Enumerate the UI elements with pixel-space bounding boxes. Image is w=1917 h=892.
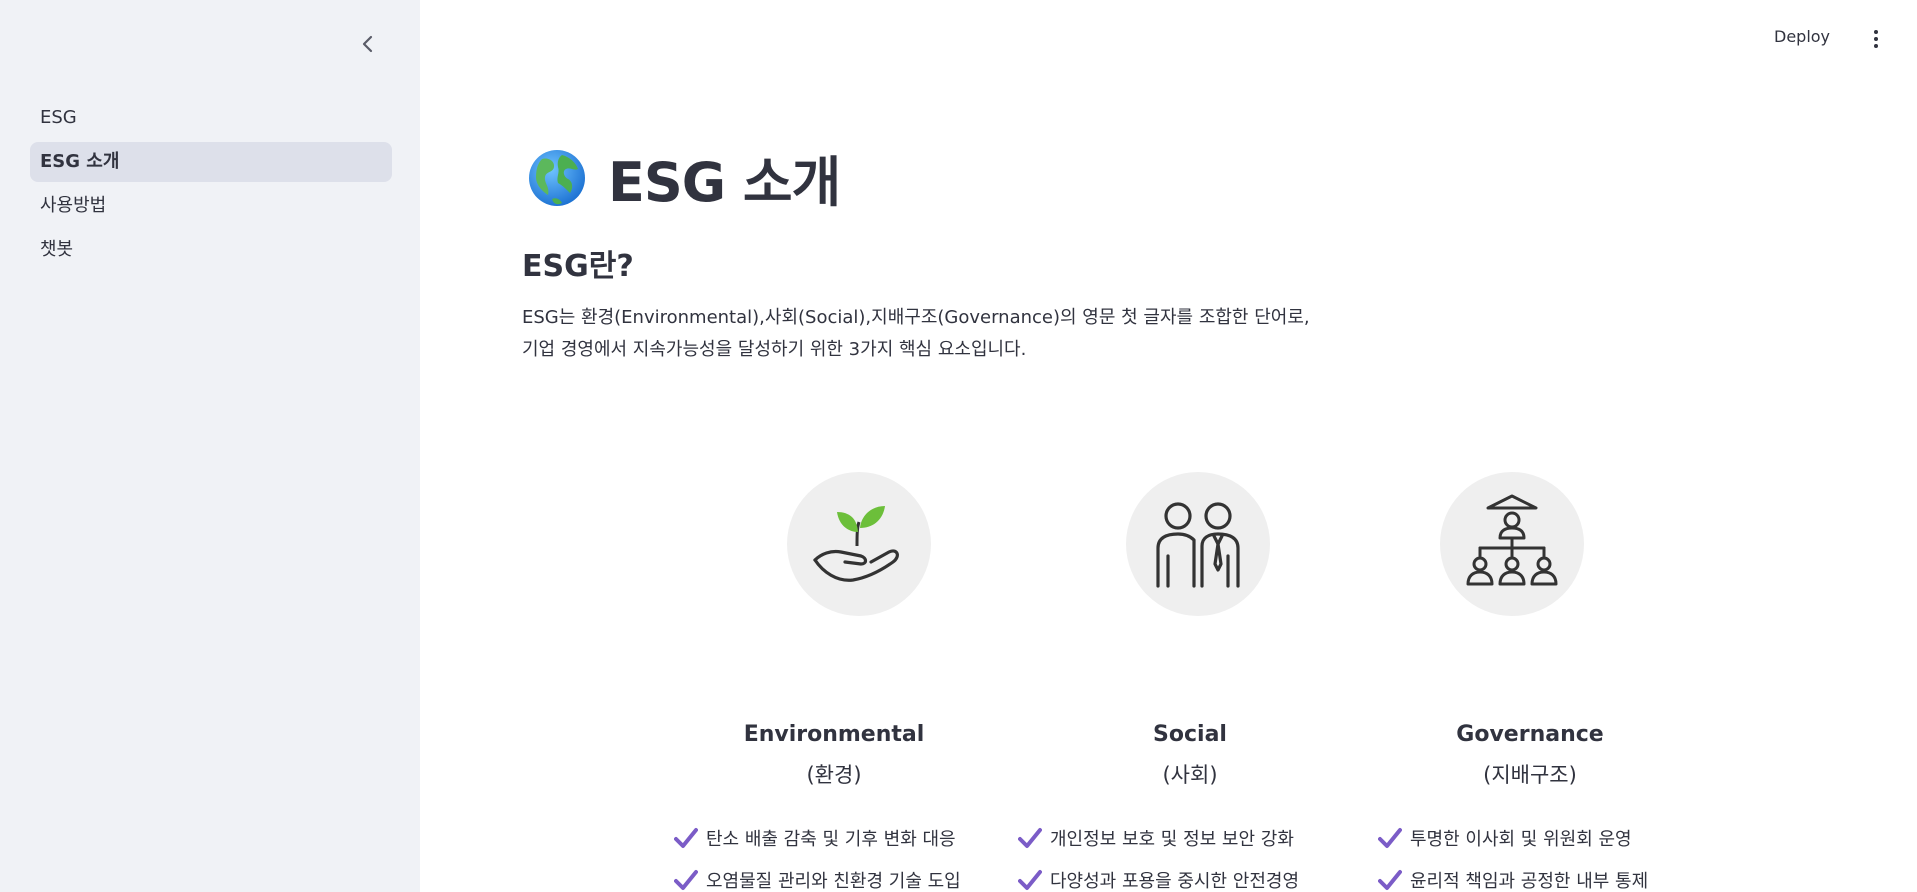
checkmark-icon [1018, 870, 1042, 890]
plant-hand-icon [813, 506, 899, 582]
list-item: 윤리적 책임과 공정한 내부 통제 [1378, 859, 1648, 892]
pillar-social: Social (사회) [1090, 722, 1290, 789]
checkmark-icon [1378, 828, 1402, 848]
pillar-governance: Governance (지배구조) [1430, 722, 1630, 789]
sidebar: ESG ESG 소개 사용방법 챗봇 [0, 0, 420, 892]
bullet-text: 오염물질 관리와 친환경 기술 도입 [706, 871, 961, 892]
section-heading: ESG란? [522, 249, 634, 284]
sidebar-item-esg-intro[interactable]: ESG 소개 [30, 142, 392, 182]
pillar-title: Environmental [743, 722, 925, 747]
page-title: ESG 소개 [608, 151, 841, 214]
deploy-button[interactable]: Deploy [1774, 27, 1830, 46]
environmental-icon-circle [787, 472, 931, 616]
pillar-title: Governance [1456, 722, 1604, 747]
more-dot [1874, 37, 1878, 41]
governance-icon-circle [1440, 472, 1584, 616]
people-icon [1156, 502, 1240, 588]
list-item: 탄소 배출 감축 및 기후 변화 대응 [674, 817, 961, 859]
checkmark-icon [674, 870, 698, 890]
globe-icon [529, 149, 585, 206]
sidebar-item-esg[interactable]: ESG [30, 98, 392, 138]
bullet-text: 개인정보 보호 및 정보 보안 강화 [1050, 829, 1294, 850]
intro-line: ESG는 환경(Environmental),사회(Social),지배구조(G… [522, 307, 1310, 328]
pillar-subtitle: (지배구조) [1483, 763, 1577, 787]
list-item: 다양성과 포용을 중시한 안전경영 [1018, 859, 1299, 892]
pillar-title: Social [1153, 722, 1227, 747]
checkmark-icon [674, 828, 698, 848]
sidebar-item-how-to-use[interactable]: 사용방법 [30, 186, 392, 226]
intro-line: 기업 경영에서 지속가능성을 달성하기 위한 3가지 핵심 요소입니다. [522, 339, 1027, 360]
governance-bullets: 투명한 이사회 및 위원회 운영 윤리적 책임과 공정한 내부 통제 [1378, 817, 1648, 892]
org-chart-icon [1466, 494, 1558, 586]
title-row: ESG 소개 [528, 138, 841, 217]
pillar-environmental: Environmental (환경) [734, 722, 934, 789]
sidebar-nav: ESG ESG 소개 사용방법 챗봇 [30, 98, 392, 274]
collapse-sidebar-button[interactable] [356, 30, 380, 58]
sidebar-item-chatbot[interactable]: 챗봇 [30, 230, 392, 270]
social-icon-circle [1126, 472, 1270, 616]
bullet-text: 윤리적 책임과 공정한 내부 통제 [1410, 871, 1649, 892]
pillar-subtitle: (환경) [806, 763, 862, 787]
checkmark-icon [1378, 870, 1402, 890]
bullet-text: 다양성과 포용을 중시한 안전경영 [1050, 871, 1300, 892]
bullet-text: 탄소 배출 감축 및 기후 변화 대응 [706, 829, 956, 850]
social-bullets: 개인정보 보호 및 정보 보안 강화 다양성과 포용을 중시한 안전경영 [1018, 817, 1299, 892]
checkmark-icon [1018, 828, 1042, 848]
pillar-subtitle: (사회) [1162, 763, 1218, 787]
list-item: 오염물질 관리와 친환경 기술 도입 [674, 859, 961, 892]
list-item: 개인정보 보호 및 정보 보안 강화 [1018, 817, 1299, 859]
intro-paragraph: ESG는 환경(Environmental),사회(Social),지배구조(G… [522, 302, 1322, 366]
more-dot [1874, 44, 1878, 48]
main-menu-button[interactable] [1866, 27, 1886, 51]
more-vertical-icon [1874, 30, 1878, 34]
chevron-left-icon [362, 35, 373, 53]
environmental-bullets: 탄소 배출 감축 및 기후 변화 대응 오염물질 관리와 친환경 기술 도입 [674, 817, 961, 892]
list-item: 투명한 이사회 및 위원회 운영 [1378, 817, 1648, 859]
bullet-text: 투명한 이사회 및 위원회 운영 [1410, 829, 1632, 850]
